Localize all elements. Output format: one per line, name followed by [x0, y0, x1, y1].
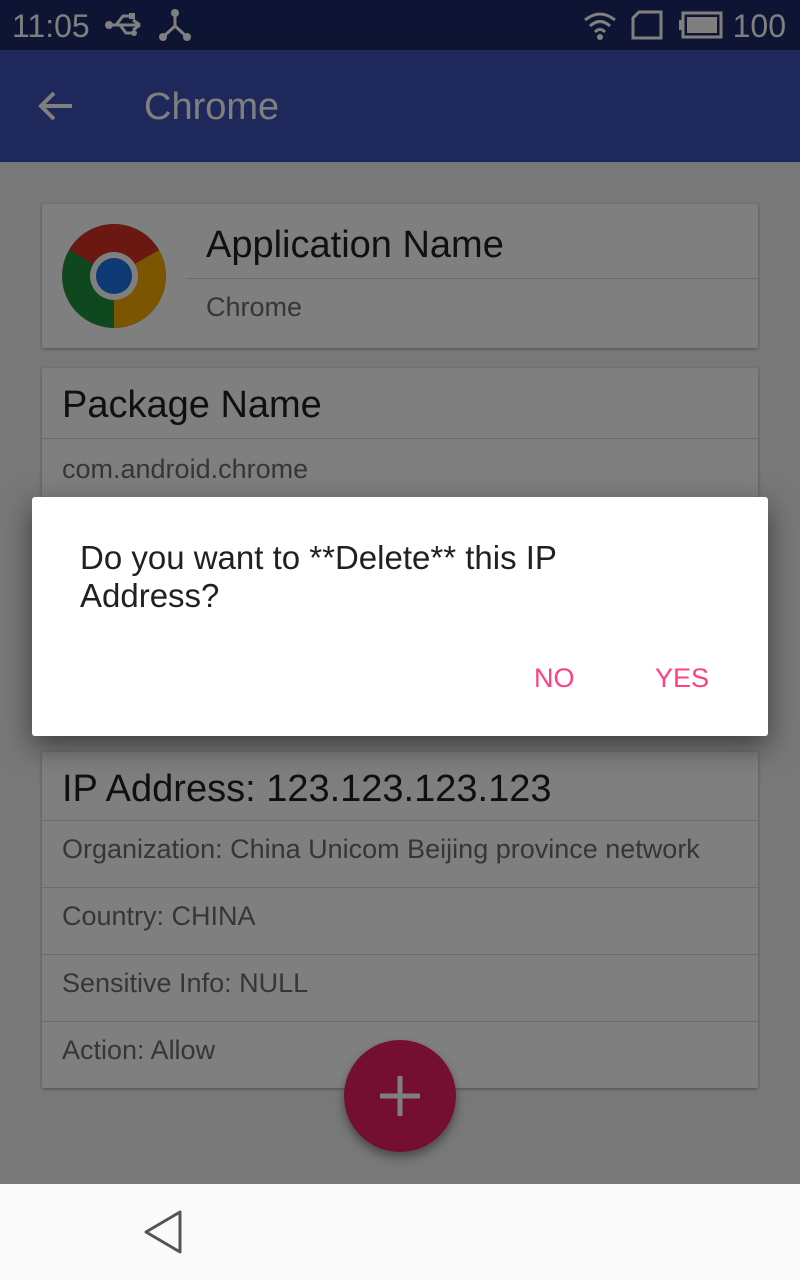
yes-button[interactable]: YES: [655, 663, 709, 694]
dialog-message: Do you want to **Delete** this IP Addres…: [80, 539, 557, 614]
no-button[interactable]: NO: [534, 663, 575, 694]
nav-back-icon[interactable]: [140, 1208, 186, 1256]
navigation-bar: [0, 1184, 800, 1280]
delete-confirm-dialog: Do you want to **Delete** this IP Addres…: [32, 497, 768, 736]
